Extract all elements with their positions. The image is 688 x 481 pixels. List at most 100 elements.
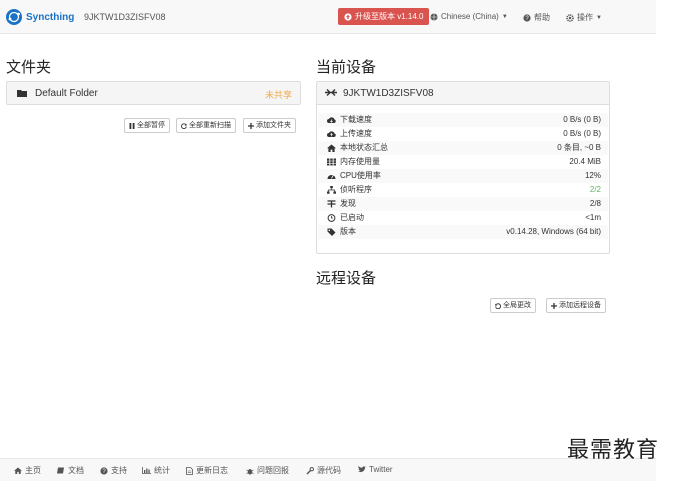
gear-icon <box>566 13 574 22</box>
footer-link-label: 问题回报 <box>257 466 289 475</box>
home-icon <box>14 467 22 474</box>
book-icon <box>57 467 64 474</box>
folder-status: 未共享 <box>264 90 292 100</box>
refresh-icon <box>181 122 187 129</box>
bug-icon <box>246 468 254 475</box>
this-device-panel: 9JKTW1D3ZISFV08 下载速度 0 B/s (0 B) 上传速度 0 … <box>316 81 610 254</box>
navbar: Syncthing 9JKTW1D3ZISFV08 升级至版本 v1.14.0 … <box>0 0 656 34</box>
plus-icon <box>248 122 254 129</box>
stat-value: 20.4 MiB <box>569 157 601 166</box>
language-label: Chinese (China) <box>441 12 499 21</box>
globe-icon <box>430 13 438 20</box>
pause-all-label: 全部暂停 <box>137 122 165 129</box>
remote-devices-title: 远程设备 <box>316 270 377 287</box>
brand-name: Syncthing <box>26 11 75 23</box>
footer-link-label: 文档 <box>68 466 84 475</box>
upgrade-button[interactable]: 升级至版本 v1.14.0 <box>338 8 430 25</box>
stat-value: 12% <box>584 171 601 180</box>
add-remote-device-button[interactable]: 添加远程设备 <box>546 298 606 313</box>
language-dropdown[interactable]: Chinese (China) ▼ <box>430 12 508 21</box>
footer-link-twitter[interactable]: Twitter <box>358 465 393 474</box>
ram-icon <box>327 158 336 166</box>
upgrade-label: 升级至版本 v1.14.0 <box>355 12 424 21</box>
add-remote-device-label: 添加远程设备 <box>559 302 601 309</box>
stat-label: 发现 <box>340 199 356 208</box>
footer-link-home[interactable]: 主页 <box>14 465 41 476</box>
stat-label: 版本 <box>340 227 356 236</box>
rescan-all-button[interactable]: 全部重新扫描 <box>176 118 236 133</box>
help-link[interactable]: ? 帮助 <box>523 12 550 23</box>
stat-label: 侦听程序 <box>340 185 372 194</box>
stat-value: 0 B/s (0 B) <box>563 115 601 124</box>
stat-row-download: 下载速度 0 B/s (0 B) <box>318 113 608 127</box>
footer-link-label: Twitter <box>369 465 393 474</box>
footer-link-label: 源代码 <box>317 466 341 475</box>
stat-label: CPU使用率 <box>340 171 381 180</box>
stat-value: 2/8 <box>589 199 601 208</box>
footer-link-source[interactable]: 源代码 <box>306 465 341 476</box>
chevron-down-icon: ▼ <box>596 14 602 21</box>
actions-label: 操作 <box>577 13 593 22</box>
footer-link-docs[interactable]: 文档 <box>57 465 84 476</box>
this-device-title: 当前设备 <box>316 59 377 76</box>
clock-icon <box>327 214 336 222</box>
wrench-icon <box>306 466 314 474</box>
footer-link-label: 统计 <box>154 466 170 475</box>
watermark-logo: 最需教育 <box>567 438 660 463</box>
stat-label: 本地状态汇总 <box>340 143 388 152</box>
stat-row-local-state: 本地状态汇总 0 条目, ~0 B <box>318 141 608 155</box>
dashboard-icon <box>327 175 336 179</box>
discovery-icon <box>327 200 336 208</box>
history-icon <box>495 302 501 309</box>
footer-link-support[interactable]: ? 支持 <box>100 465 127 476</box>
folder-name: Default Folder <box>35 88 98 99</box>
footer-link-label: 主页 <box>25 466 41 475</box>
syncthing-logo-icon <box>6 9 22 25</box>
stat-value: 0 B/s (0 B) <box>563 129 601 138</box>
device-icon <box>325 89 337 96</box>
this-device-header[interactable]: 9JKTW1D3ZISFV08 <box>317 82 609 105</box>
navbar-device-id: 9JKTW1D3ZISFV08 <box>84 12 166 22</box>
stat-row-version: 版本 v0.14.28, Windows (64 bit) <box>318 225 608 239</box>
home-icon <box>327 144 336 152</box>
this-device-name: 9JKTW1D3ZISFV08 <box>343 88 434 99</box>
folder-panel[interactable]: Default Folder 未共享 <box>6 81 301 105</box>
pause-all-button[interactable]: 全部暂停 <box>124 118 170 133</box>
stat-row-cpu: CPU使用率 12% <box>318 169 608 183</box>
plus-icon <box>551 302 557 309</box>
question-icon: ? <box>523 13 531 22</box>
actions-dropdown[interactable]: 操作 ▼ <box>566 12 602 23</box>
bar-chart-icon <box>142 467 151 474</box>
footer-link-stats[interactable]: 统计 <box>142 465 170 476</box>
help-label: 帮助 <box>534 13 550 22</box>
stat-label: 已启动 <box>340 213 364 222</box>
recent-changes-button[interactable]: 全局更改 <box>490 298 536 313</box>
cloud-upload-icon <box>327 131 336 137</box>
footer-link-label: 支持 <box>111 466 127 475</box>
stat-value: 2/2 <box>589 185 601 194</box>
stat-value: v0.14.28, Windows (64 bit) <box>506 227 601 236</box>
question-icon: ? <box>100 466 108 475</box>
add-folder-button[interactable]: 添加文件夹 <box>243 118 296 133</box>
pause-icon <box>129 122 135 129</box>
footer-link-label: 更新日志 <box>196 466 228 475</box>
brand[interactable]: Syncthing <box>6 8 74 26</box>
stat-label: 下载速度 <box>340 115 372 124</box>
rescan-all-label: 全部重新扫描 <box>189 122 231 129</box>
recent-changes-label: 全局更改 <box>503 302 531 309</box>
upgrade-icon <box>344 12 352 21</box>
stat-row-uptime: 已启动 <1m <box>318 211 608 225</box>
chevron-down-icon: ▼ <box>501 13 508 20</box>
stat-row-discovery: 发现 2/8 <box>318 197 608 211</box>
file-text-icon <box>186 466 193 475</box>
stat-value: <1m <box>585 213 601 222</box>
cloud-download-icon <box>327 117 336 123</box>
footer-link-bugs[interactable]: 问题回报 <box>246 465 289 476</box>
footer-link-changelog[interactable]: 更新日志 <box>186 465 228 476</box>
folder-icon <box>17 90 27 97</box>
stat-value: 0 条目, ~0 B <box>557 143 601 152</box>
sitemap-icon <box>327 186 336 194</box>
tag-icon <box>327 228 336 236</box>
stat-label: 上传速度 <box>340 129 372 138</box>
footer: 主页 文档 ? 支持 统计 更新日志 问题回报 源代码 Twitter <box>0 458 656 481</box>
